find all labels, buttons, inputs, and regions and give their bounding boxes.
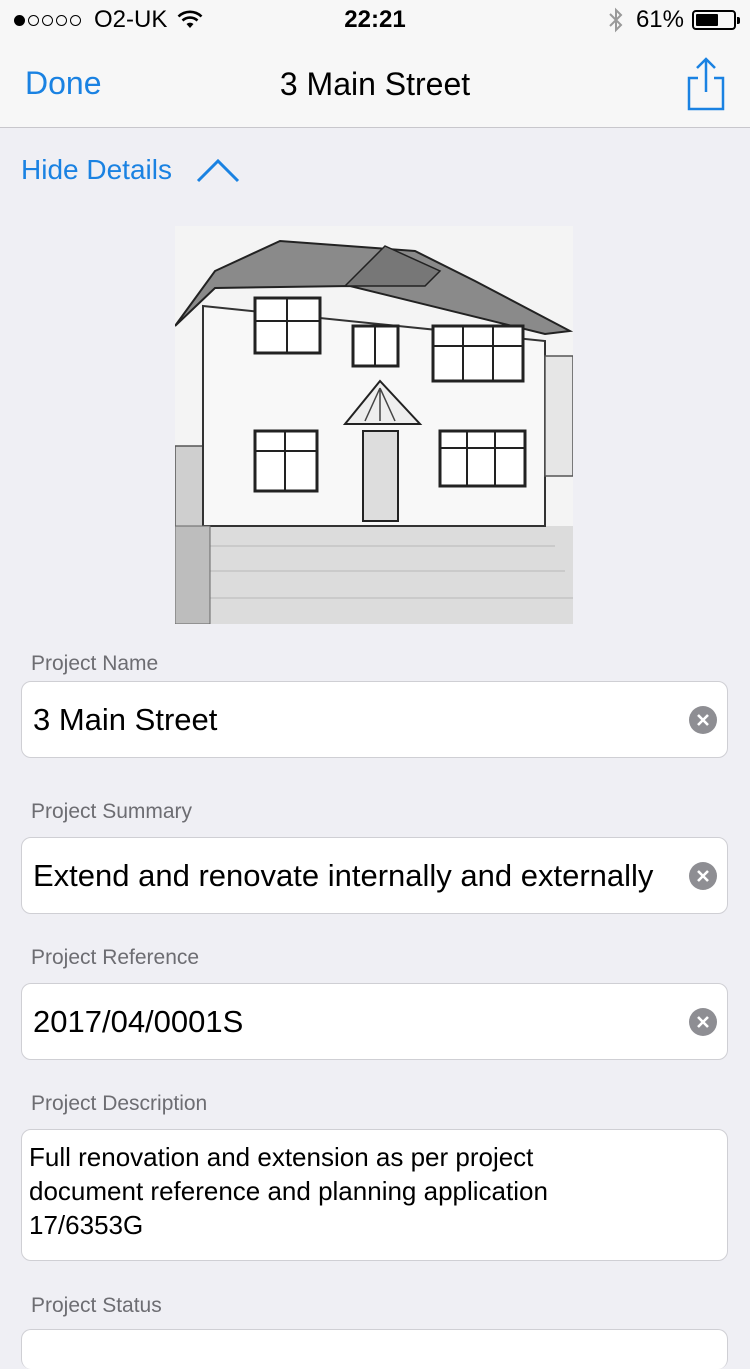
status-right: 61%: [608, 6, 740, 34]
project-reference-field[interactable]: 2017/04/0001S: [21, 983, 728, 1060]
project-name-label: Project Name: [31, 652, 159, 675]
project-name-field[interactable]: 3 Main Street: [21, 681, 728, 758]
project-status-label: Project Status: [31, 1294, 162, 1317]
project-summary-label: Project Summary: [31, 800, 193, 823]
clear-icon[interactable]: [689, 705, 717, 734]
navigation-bar: Done 3 Main Street: [0, 40, 750, 128]
page-title: 3 Main Street: [279, 66, 471, 102]
project-description-field[interactable]: Full renovation and extension as per pro…: [21, 1129, 728, 1261]
project-name-value[interactable]: 3 Main Street: [33, 682, 667, 757]
bluetooth-icon: [609, 7, 623, 33]
share-icon[interactable]: [686, 56, 726, 112]
project-summary-field[interactable]: Extend and renovate internally and exter…: [21, 837, 728, 914]
battery-percent: 61%: [635, 6, 684, 33]
project-reference-label: Project Reference: [31, 946, 200, 969]
project-reference-value[interactable]: 2017/04/0001S: [33, 984, 667, 1059]
project-summary-value[interactable]: Extend and renovate internally and exter…: [33, 838, 667, 913]
status-bar: O2-UK 22:21 61%: [0, 0, 750, 40]
chevron-up-icon: [196, 158, 240, 183]
hide-details-toggle[interactable]: Hide Details: [21, 154, 240, 186]
clear-icon[interactable]: [689, 861, 717, 890]
house-photo: [175, 226, 573, 624]
project-description-value[interactable]: Full renovation and extension as per pro…: [29, 1140, 627, 1242]
hide-details-label: Hide Details: [21, 154, 172, 185]
project-description-label: Project Description: [31, 1092, 208, 1115]
project-status-field[interactable]: [21, 1329, 728, 1369]
clear-icon[interactable]: [689, 1007, 717, 1036]
battery-icon: [692, 10, 740, 30]
project-photo[interactable]: [175, 226, 573, 624]
